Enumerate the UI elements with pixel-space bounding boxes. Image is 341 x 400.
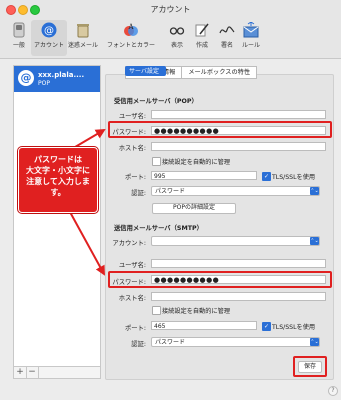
title-bar: アカウント <box>0 0 341 19</box>
callout-line: 注意して入力しま <box>26 177 90 186</box>
pop-advanced-button[interactable]: POPの詳細設定 <box>152 203 236 214</box>
trash-can-icon <box>77 24 89 38</box>
outgoing-username-field[interactable] <box>151 259 326 268</box>
outgoing-port-label: ポート: <box>124 325 146 332</box>
preferences-window: アカウント 一般 @ アカウント 迷惑メール A フォントとカラー 表示 作成 <box>0 0 341 400</box>
account-type: POP <box>38 80 50 87</box>
incoming-auto-manage-checkbox[interactable] <box>152 157 161 166</box>
preferences-toolbar: 一般 @ アカウント 迷惑メール A フォントとカラー 表示 作成 署名 ルール <box>0 18 341 59</box>
help-button[interactable]: ? <box>328 386 338 396</box>
incoming-username-label: ユーザ名: <box>118 113 146 120</box>
outgoing-password-highlight <box>108 271 332 288</box>
incoming-section-title: 受信用メールサーバ（POP） <box>114 98 198 105</box>
outgoing-tls-label: TLS/SSLを使用 <box>272 324 316 331</box>
tab-server-settings[interactable]: サーバ設定 <box>125 66 166 76</box>
chevron-updown-icon: ⌃⌄ <box>310 338 319 346</box>
account-name: xxx.plala.... <box>38 71 85 79</box>
outgoing-section-title: 送信用メールサーバ（SMTP） <box>114 225 203 232</box>
account-tabs: アカウント情報 メールボックスの特性 サーバ設定 <box>125 66 258 79</box>
incoming-password-highlight <box>108 121 332 138</box>
outgoing-auth-label: 認証: <box>131 341 146 348</box>
outgoing-username-label: ユーザ名: <box>118 262 146 269</box>
outgoing-auth-select[interactable]: パスワード ⌃⌄ <box>151 337 320 347</box>
toolbar-label: 表示 <box>170 42 183 49</box>
outgoing-auth-value: パスワード <box>155 339 186 346</box>
remove-account-button[interactable]: − <box>26 367 39 378</box>
rules-envelope-icon <box>243 22 259 38</box>
at-sign-icon: @ <box>41 22 57 38</box>
outgoing-auto-manage-checkbox[interactable] <box>152 306 161 315</box>
accounts-list: @ xxx.plala.... POP <box>13 65 101 379</box>
incoming-auth-value: パスワード <box>155 188 186 195</box>
incoming-port-label: ポート: <box>124 174 146 181</box>
incoming-auth-select[interactable]: パスワード ⌃⌄ <box>151 186 320 196</box>
callout-line: パスワードは <box>34 155 82 164</box>
outgoing-host-field[interactable] <box>151 292 326 301</box>
callout-line: 大文字・小文字に <box>26 166 90 175</box>
toolbar-accounts[interactable]: @ アカウント <box>31 20 67 56</box>
outgoing-auto-manage-label: 接続設定を自動的に管理 <box>162 308 231 315</box>
toolbar-label: アカウント <box>33 42 64 49</box>
incoming-host-field[interactable] <box>151 142 326 151</box>
incoming-auth-label: 認証: <box>131 190 146 197</box>
tab-mailbox-behaviors[interactable]: メールボックスの特性 <box>181 66 258 79</box>
pen-icon <box>195 23 209 37</box>
chevron-updown-icon: ⌃⌄ <box>310 237 319 245</box>
incoming-tls-checkbox[interactable]: ✓ <box>262 172 271 181</box>
incoming-auto-manage-label: 接続設定を自動的に管理 <box>162 159 231 166</box>
account-list-item[interactable]: @ xxx.plala.... POP <box>14 66 100 92</box>
outgoing-account-select[interactable]: ⌃⌄ <box>151 236 320 246</box>
save-button-highlight <box>293 356 327 377</box>
outgoing-host-label: ホスト名: <box>118 295 146 302</box>
toolbar-rules[interactable]: ルール <box>233 20 269 56</box>
svg-text:A: A <box>127 23 134 31</box>
toolbar-fonts-colors[interactable]: A フォントとカラー <box>106 20 156 56</box>
switch-icon <box>13 22 25 38</box>
incoming-port-field[interactable]: 995 <box>151 171 257 180</box>
account-at-icon: @ <box>18 70 34 86</box>
outgoing-tls-checkbox[interactable]: ✓ <box>262 322 271 331</box>
toolbar-label: ルール <box>241 42 260 49</box>
fonts-colors-icon: A <box>124 23 138 36</box>
incoming-tls-label: TLS/SSLを使用 <box>272 174 316 181</box>
outgoing-port-field[interactable]: 465 <box>151 321 257 330</box>
callout-line: す。 <box>50 188 66 197</box>
outgoing-account-label: アカウント: <box>112 240 146 247</box>
svg-text:@: @ <box>44 26 54 37</box>
password-note-callout: パスワードは 大文字・小文字に 注意して入力しま す。 <box>18 147 98 213</box>
incoming-host-label: ホスト名: <box>118 145 146 152</box>
chevron-updown-icon: ⌃⌄ <box>310 187 319 195</box>
toolbar-label: 迷惑メール <box>67 42 98 49</box>
account-list-controls: + − <box>13 366 101 379</box>
toolbar-label: 一般 <box>12 42 25 49</box>
glasses-icon <box>169 27 185 35</box>
toolbar-label: 作成 <box>195 42 208 49</box>
incoming-username-field[interactable] <box>151 110 326 119</box>
toolbar-label: 署名 <box>220 42 233 49</box>
toolbar-junk-mail[interactable]: 迷惑メール <box>65 20 101 56</box>
window-title: アカウント <box>150 5 191 14</box>
toolbar-label: フォントとカラー <box>106 42 155 49</box>
